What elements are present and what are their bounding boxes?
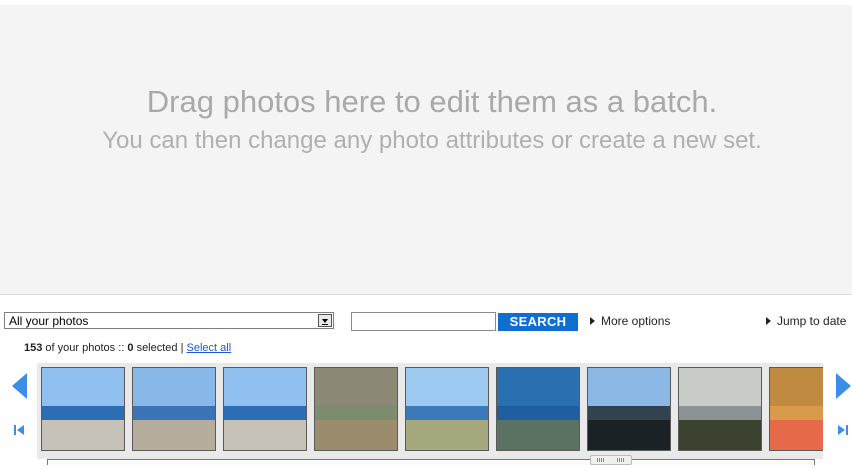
photo-thumbnail-hazy-mountains[interactable]: [678, 367, 762, 451]
select-all-link[interactable]: Select all: [187, 342, 232, 354]
drop-zone-subtitle: You can then change any photo attributes…: [102, 127, 762, 154]
scrollbar-handle[interactable]: [590, 455, 632, 465]
photo-thumbnail-bixby-bridge[interactable]: [314, 367, 398, 451]
triangle-right-icon: [766, 317, 771, 325]
search-input[interactable]: [351, 312, 496, 331]
next-arrow-icon[interactable]: [836, 373, 851, 399]
jump-to-date-link[interactable]: Jump to date: [766, 314, 846, 328]
photo-thumbnail-family-portrait[interactable]: [132, 367, 216, 451]
previous-arrow-icon[interactable]: [12, 373, 27, 399]
photo-count-suffix: of your photos ::: [45, 342, 125, 354]
photo-filter-select[interactable]: All your photos: [4, 312, 334, 329]
more-options-label: More options: [601, 314, 671, 328]
photo-browser: All your photos SEARCH More options Jump…: [0, 295, 852, 470]
last-page-icon[interactable]: [838, 425, 848, 435]
photo-strip: [37, 363, 823, 459]
dropdown-arrow-icon[interactable]: [318, 314, 332, 327]
photo-thumbnail-ocean-waves-rocks[interactable]: [496, 367, 580, 451]
search-button[interactable]: SEARCH: [498, 313, 578, 331]
triangle-right-icon: [590, 317, 595, 325]
photo-thumbnail-coast-group-rocks-2[interactable]: [223, 367, 307, 451]
photo-thumbnail-coastline-highway[interactable]: [405, 367, 489, 451]
photo-strip-scrollbar[interactable]: [47, 459, 815, 465]
photo-count: 153: [24, 342, 43, 354]
selected-suffix: selected |: [136, 342, 184, 354]
photo-thumbnail-coast-group-rocks[interactable]: [41, 367, 125, 451]
jump-to-date-label: Jump to date: [777, 314, 847, 328]
selected-count: 0: [127, 342, 134, 354]
drop-zone-title: Drag photos here to edit them as a batch…: [146, 84, 718, 119]
photo-thumbnail-cliff-sunset[interactable]: [587, 367, 671, 451]
photo-thumbnail-kids-playground[interactable]: [769, 367, 823, 451]
selection-status: 153 of your photos :: 0 selected | Selec…: [24, 342, 231, 354]
photo-filter-value: All your photos: [9, 314, 89, 328]
batch-drop-zone[interactable]: Drag photos here to edit them as a batch…: [0, 5, 852, 295]
more-options-link[interactable]: More options: [590, 314, 670, 328]
first-page-icon[interactable]: [14, 425, 24, 435]
